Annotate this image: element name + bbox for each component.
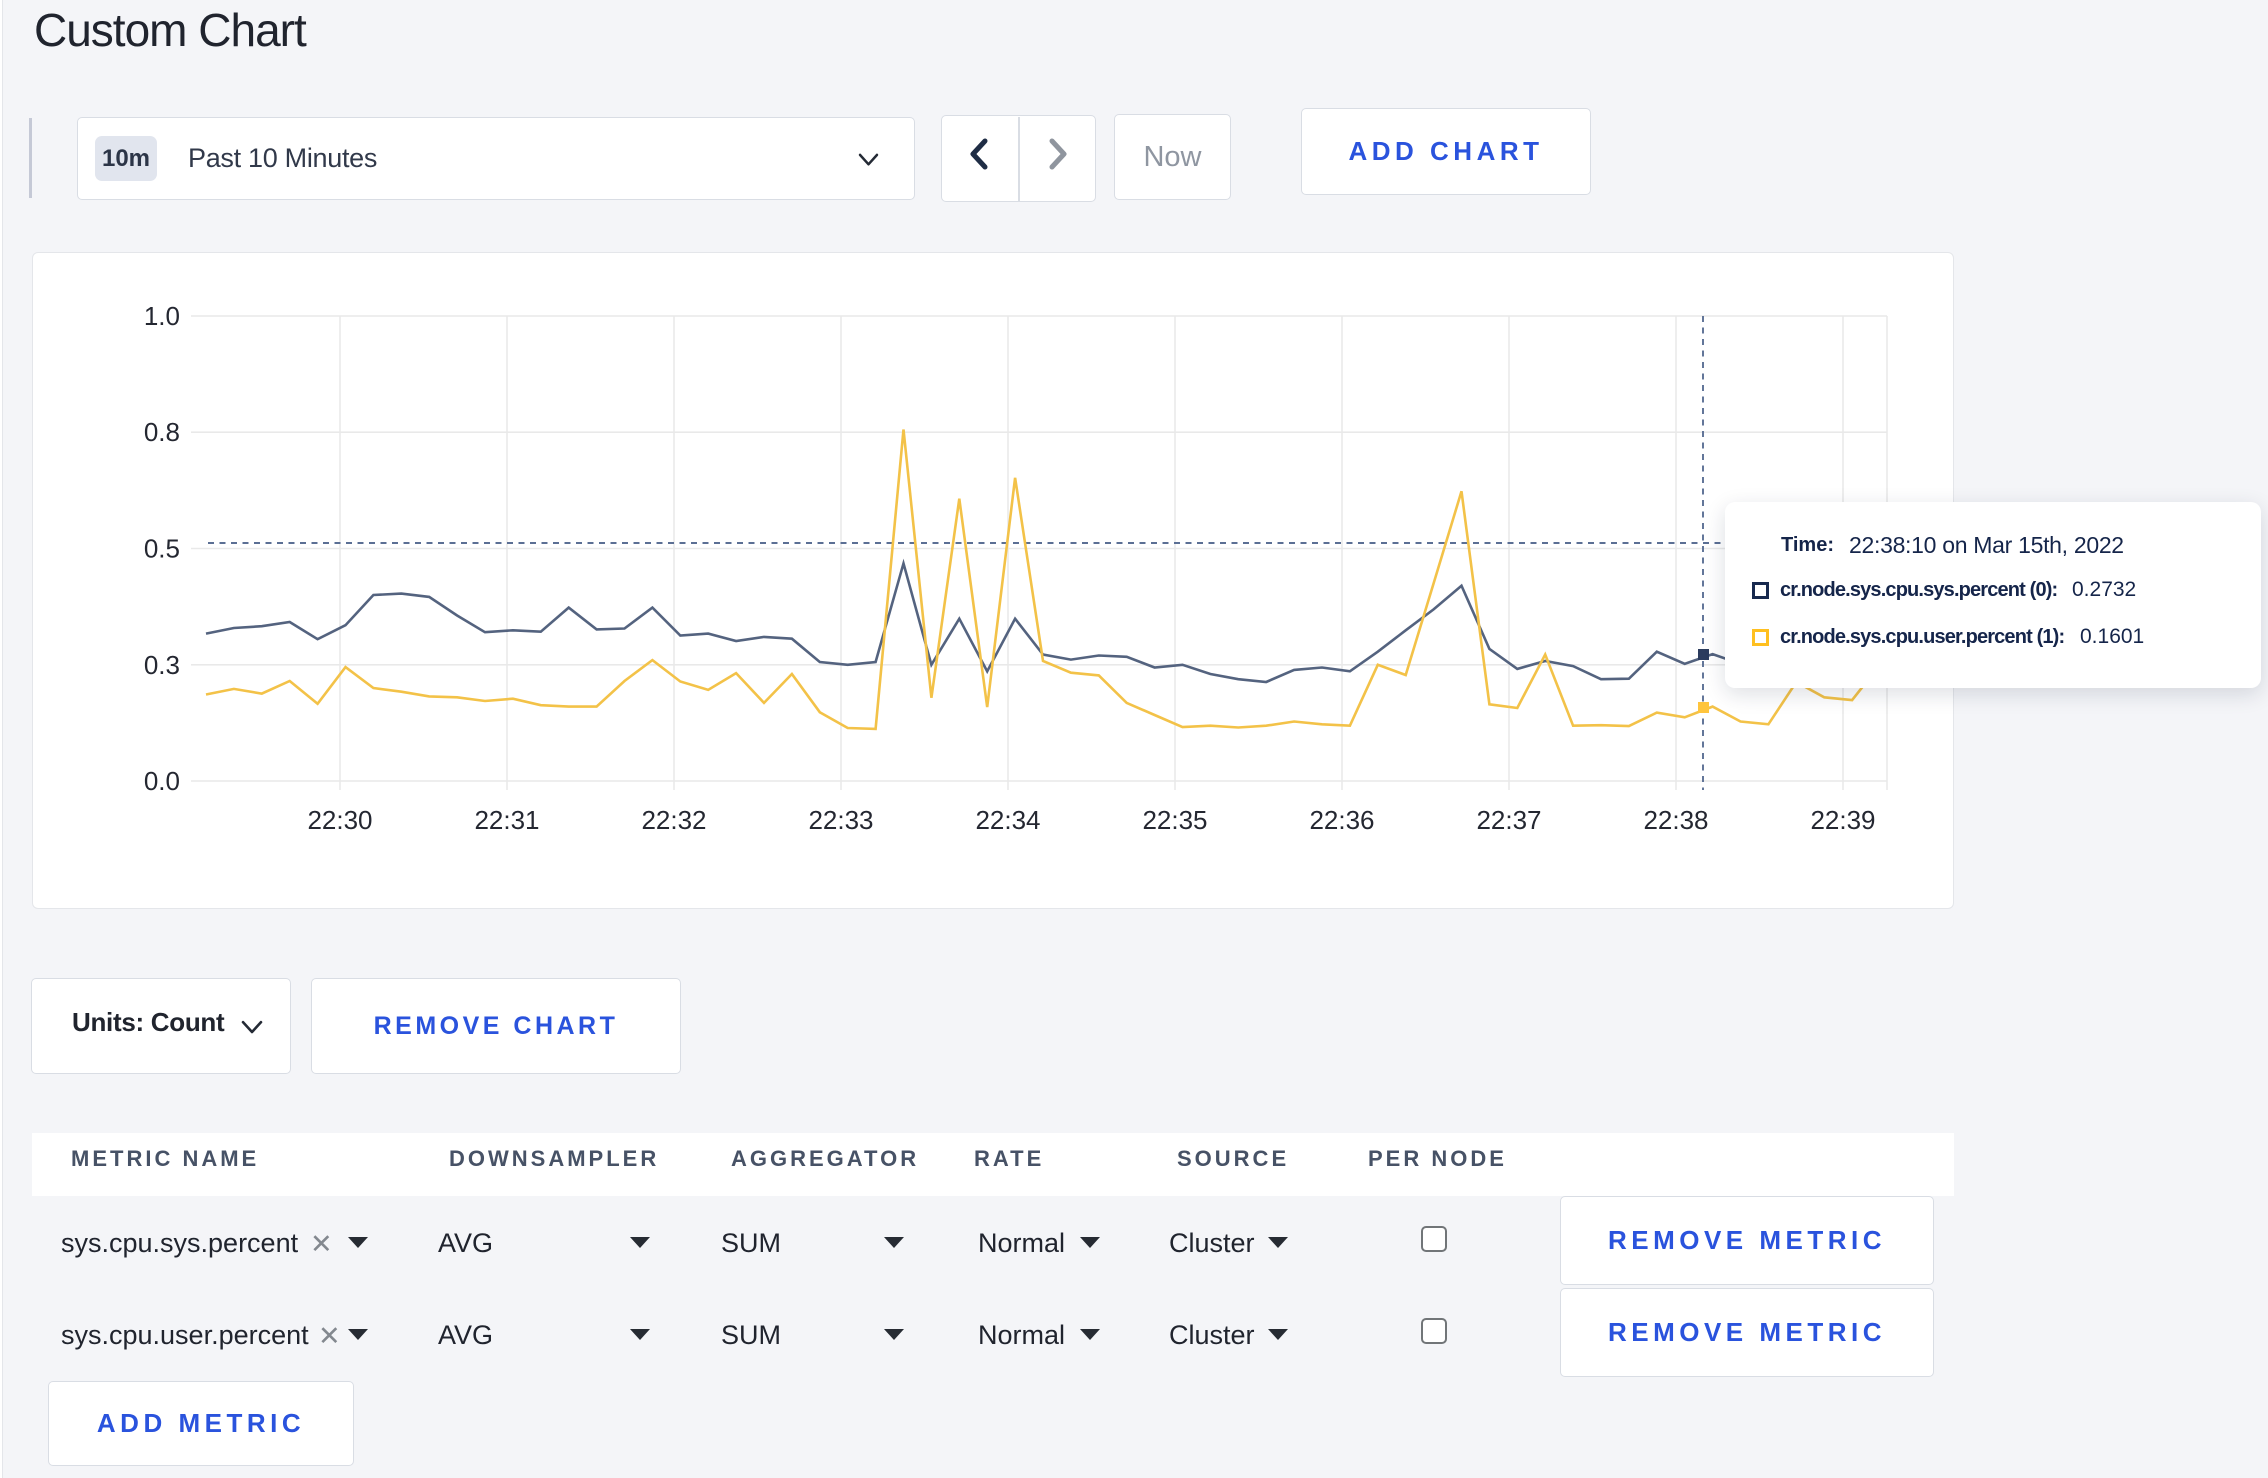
svg-text:22:34: 22:34 — [975, 805, 1040, 835]
svg-text:0.5: 0.5 — [144, 534, 180, 564]
svg-text:22:39: 22:39 — [1810, 805, 1875, 835]
svg-text:22:37: 22:37 — [1476, 805, 1541, 835]
svg-text:22:31: 22:31 — [474, 805, 539, 835]
svg-text:22:36: 22:36 — [1309, 805, 1374, 835]
svg-text:22:32: 22:32 — [641, 805, 706, 835]
svg-text:22:33: 22:33 — [808, 805, 873, 835]
svg-text:22:30: 22:30 — [307, 805, 372, 835]
svg-text:1.0: 1.0 — [144, 301, 180, 331]
svg-text:22:35: 22:35 — [1142, 805, 1207, 835]
svg-text:0.8: 0.8 — [144, 417, 180, 447]
svg-text:0.0: 0.0 — [144, 766, 180, 796]
svg-text:0.3: 0.3 — [144, 650, 180, 680]
svg-text:22:38: 22:38 — [1643, 805, 1708, 835]
